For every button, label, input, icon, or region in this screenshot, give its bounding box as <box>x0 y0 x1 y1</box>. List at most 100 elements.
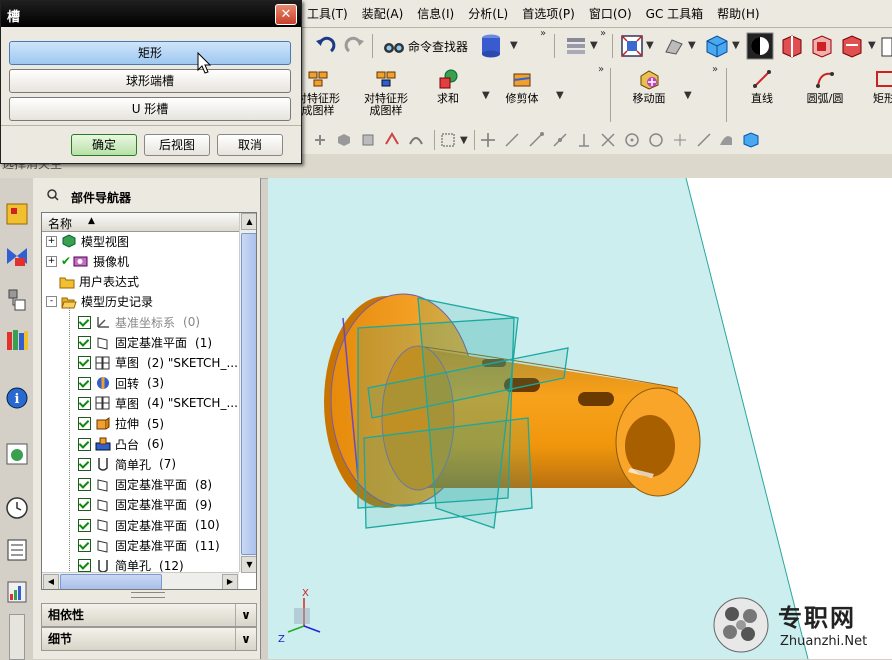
strip-scrollbar[interactable] <box>9 614 25 660</box>
roles-icon[interactable] <box>5 580 29 604</box>
menu-assembly[interactable]: 装配(A) <box>355 5 411 22</box>
toolbar-overflow-icon[interactable]: » <box>598 64 604 75</box>
unite-button[interactable]: 求和 <box>430 68 466 105</box>
dropdown-arrow-icon[interactable]: ▼ <box>482 90 490 101</box>
chevron-down-icon[interactable]: ∨ <box>235 628 256 650</box>
curve-point-icon[interactable] <box>696 132 712 148</box>
visibility-checkbox[interactable] <box>78 396 91 410</box>
rectangle-button[interactable]: 矩形 <box>866 68 892 105</box>
visibility-checkbox[interactable] <box>78 437 91 451</box>
ok-button[interactable]: 确定 <box>71 134 137 156</box>
graphics-window[interactable]: X Z 专职网 Zhuanzhi.Net <box>268 178 892 659</box>
wireframe-box-icon[interactable] <box>810 33 834 59</box>
visibility-checkbox[interactable] <box>78 478 91 492</box>
part-navigator-icon[interactable] <box>5 288 29 312</box>
binoculars-icon[interactable] <box>382 36 406 56</box>
arc-circle-button[interactable]: 圆弧/圆 <box>800 68 850 105</box>
partial-icon[interactable] <box>880 36 892 58</box>
visibility-checkbox[interactable] <box>78 559 91 572</box>
hscroll-thumb[interactable] <box>60 574 162 589</box>
tree-item[interactable]: 固定基准平面 (10) <box>78 515 220 535</box>
chevron-down-icon[interactable]: ∨ <box>235 604 256 626</box>
tree-item[interactable]: 回转 (3) <box>78 373 164 393</box>
splitter-handle[interactable] <box>131 592 165 598</box>
dropdown-arrow-icon[interactable]: ▼ <box>688 40 696 51</box>
dropdown-arrow-icon[interactable]: ▼ <box>732 40 740 51</box>
menu-help[interactable]: 帮助(H) <box>710 5 766 22</box>
tree-item[interactable]: + ✔ 摄像机 <box>46 251 129 271</box>
move-face-button[interactable]: 移动面 <box>626 68 672 105</box>
menu-analysis[interactable]: 分析(L) <box>461 5 515 22</box>
render-style-icon[interactable] <box>704 33 730 59</box>
point-snap-icon[interactable] <box>672 132 688 148</box>
expand-toggle-icon[interactable]: - <box>46 296 57 308</box>
ball-end-groove-button[interactable]: 球形端槽 <box>9 69 291 93</box>
dropdown-arrow-icon[interactable]: ▼ <box>646 40 654 51</box>
constraint-navigator-icon[interactable] <box>5 244 29 268</box>
tree-horizontal-scrollbar[interactable]: ◀ ▶ <box>42 572 239 589</box>
expand-toggle-icon[interactable]: + <box>46 255 57 267</box>
rectangular-groove-button[interactable]: 矩形 <box>9 41 291 65</box>
info-icon[interactable]: i <box>5 386 29 410</box>
close-icon[interactable]: ✕ <box>275 4 297 25</box>
tree-item[interactable]: + 模型视图 <box>46 231 129 251</box>
trim-body-button[interactable]: 修剪体 <box>500 68 544 105</box>
tree-item[interactable]: 用户表达式 <box>46 272 139 292</box>
tree-item[interactable]: 固定基准平面 (11) <box>78 536 220 556</box>
control-point-icon[interactable] <box>576 132 592 148</box>
shade-toggle-icon[interactable] <box>746 32 774 60</box>
edge-filter-icon[interactable] <box>384 132 400 148</box>
scroll-right-icon[interactable]: ▶ <box>222 574 238 589</box>
tree-vertical-scrollbar[interactable]: ▲ ▼ <box>239 213 256 573</box>
name-column-header[interactable]: 名称 ▲ <box>42 213 239 232</box>
history-icon[interactable] <box>5 496 29 520</box>
tree-item[interactable]: 固定基准平面 (1) <box>78 333 212 353</box>
model-canvas[interactable] <box>268 178 892 659</box>
face-filter-icon[interactable] <box>360 132 376 148</box>
dialog-titlebar[interactable]: 槽 ✕ <box>1 1 301 27</box>
tree-item[interactable]: 固定基准平面 (9) <box>78 495 212 515</box>
arc-center-snap-icon[interactable] <box>624 132 640 148</box>
visibility-checkbox[interactable] <box>78 518 91 532</box>
visibility-checkbox[interactable] <box>78 417 91 431</box>
layer-settings-icon[interactable] <box>564 34 588 58</box>
menu-tools[interactable]: 工具(T) <box>300 5 355 22</box>
menu-gc-toolbox[interactable]: GC 工具箱 <box>639 5 711 22</box>
midpoint-snap-icon[interactable] <box>552 132 568 148</box>
dependencies-panel[interactable]: 相依性 ∨ <box>41 603 257 627</box>
line-button[interactable]: 直线 <box>744 68 780 105</box>
orient-view-icon[interactable] <box>662 36 686 56</box>
visibility-checkbox[interactable] <box>78 376 91 390</box>
pin-icon[interactable] <box>47 189 59 201</box>
dropdown-arrow-icon[interactable]: ▼ <box>460 135 468 146</box>
tree-item[interactable]: 草图 (4) "SKETCH_... <box>78 393 238 413</box>
clipping-plane-icon[interactable] <box>840 33 864 59</box>
tree-item[interactable]: 拉伸 (5) <box>78 414 164 434</box>
endpoint-snap-icon[interactable] <box>528 132 544 148</box>
quadrant-snap-icon[interactable] <box>648 132 664 148</box>
cube-blue-icon[interactable] <box>742 131 760 149</box>
scroll-thumb[interactable] <box>241 233 256 555</box>
cancel-button[interactable]: 取消 <box>217 134 283 156</box>
toolbar-overflow-icon[interactable]: » <box>540 28 546 39</box>
view-section-icon[interactable] <box>780 33 804 59</box>
pattern-feature-cut-button[interactable]: 对特征形 成图样 <box>358 68 414 117</box>
move-icon[interactable] <box>480 132 496 148</box>
redo-icon[interactable] <box>344 35 366 57</box>
check-mark-icon[interactable]: ✔ <box>61 254 71 268</box>
reuse-library-icon[interactable] <box>5 328 29 352</box>
visibility-checkbox[interactable] <box>78 539 91 552</box>
web-browser-icon[interactable] <box>5 442 29 466</box>
menu-info[interactable]: 信息(I) <box>410 5 461 22</box>
tree-item[interactable]: 基准坐标系 (0) <box>78 312 200 332</box>
tree-item[interactable]: - 模型历史记录 <box>46 292 153 312</box>
face-point-icon[interactable] <box>718 132 734 148</box>
tree-item[interactable]: 固定基准平面 (8) <box>78 475 212 495</box>
command-finder-label[interactable]: 命令查找器 <box>408 38 468 55</box>
tree-item[interactable]: 草图 (2) "SKETCH_... <box>78 353 238 373</box>
menu-preferences[interactable]: 首选项(P) <box>515 5 582 22</box>
dropdown-arrow-icon[interactable]: ▼ <box>684 90 692 101</box>
visibility-checkbox[interactable] <box>78 457 91 471</box>
visibility-checkbox[interactable] <box>78 498 91 512</box>
scroll-left-icon[interactable]: ◀ <box>43 574 59 589</box>
